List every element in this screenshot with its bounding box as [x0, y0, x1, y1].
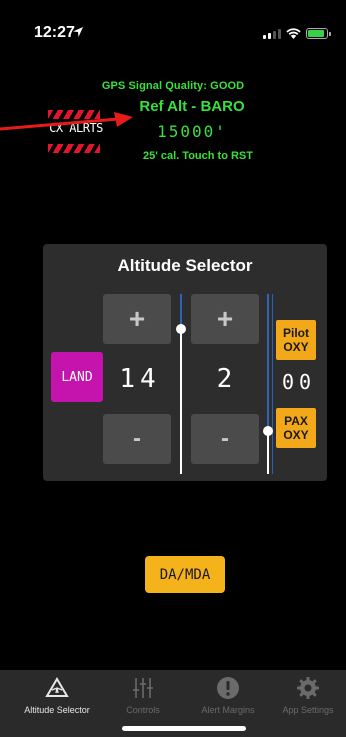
altitude-selector-panel: Altitude Selector + - + - LAND 14 2 00 P… [43, 244, 327, 481]
tab-label: Alert Margins [201, 705, 255, 715]
status-icons [263, 26, 331, 40]
tab-altitude-selector[interactable]: Altitude Selector [14, 676, 100, 726]
pax-slider-knob[interactable] [263, 426, 273, 436]
pilot-oxy-label-line2: OXY [283, 340, 309, 354]
reference-altitude-mode[interactable]: Ref Alt - BARO [112, 98, 272, 115]
pax-oxy-label-line2: OXY [283, 428, 309, 442]
reference-altitude-value: 15000' [157, 122, 227, 141]
hundreds-increment-button[interactable]: + [191, 294, 259, 344]
exclamation-circle-icon [217, 677, 239, 699]
gear-icon [297, 677, 319, 699]
pilot-oxy-label-line1: Pilot [283, 326, 309, 340]
tab-label: Altitude Selector [24, 705, 90, 715]
tab-alert-margins[interactable]: Alert Margins [185, 676, 271, 726]
pilot-slider-knob[interactable] [176, 324, 186, 334]
thousands-digits: 14 [119, 364, 161, 394]
thousands-increment-button[interactable]: + [103, 294, 171, 344]
pax-oxy-button[interactable]: PAX OXY [276, 408, 316, 448]
thousands-decrement-button[interactable]: - [103, 414, 171, 464]
land-button[interactable]: LAND [51, 352, 103, 402]
gps-signal-quality: GPS Signal Quality: GOOD [101, 80, 245, 92]
status-time: 12:27 [34, 24, 75, 41]
pax-slider-track-inactive [267, 294, 269, 430]
tens-digits: 00 [281, 370, 317, 394]
pilot-slider-track-inactive [180, 294, 182, 328]
pax-slider-track[interactable] [267, 430, 269, 474]
wifi-icon [286, 27, 301, 39]
altitude-selector-icon [45, 677, 69, 697]
pilot-oxy-button[interactable]: Pilot OXY [276, 320, 316, 360]
da-mda-button[interactable]: DA/MDA [145, 556, 225, 593]
logo-stripes-bottom [48, 144, 100, 153]
tab-label: App Settings [282, 705, 334, 715]
home-indicator [122, 726, 246, 731]
red-arrow-annotation [0, 112, 133, 131]
hundreds-decrement-button[interactable]: - [191, 414, 259, 464]
pilot-slider-track[interactable] [180, 328, 182, 474]
battery-charging-icon [306, 27, 331, 39]
location-arrow-icon [73, 27, 83, 37]
hundreds-digit: 2 [216, 364, 238, 394]
panel-title: Altitude Selector [117, 256, 253, 275]
status-bar: 12:27 [0, 0, 346, 60]
cellular-signal-icon [263, 28, 281, 39]
sliders-icon [133, 678, 153, 698]
pax-slider-guide [272, 294, 273, 474]
tab-app-settings[interactable]: App Settings [270, 676, 346, 726]
pax-oxy-label-line1: PAX [284, 414, 308, 428]
tab-controls[interactable]: Controls [100, 676, 186, 726]
tab-label: Controls [126, 705, 160, 715]
